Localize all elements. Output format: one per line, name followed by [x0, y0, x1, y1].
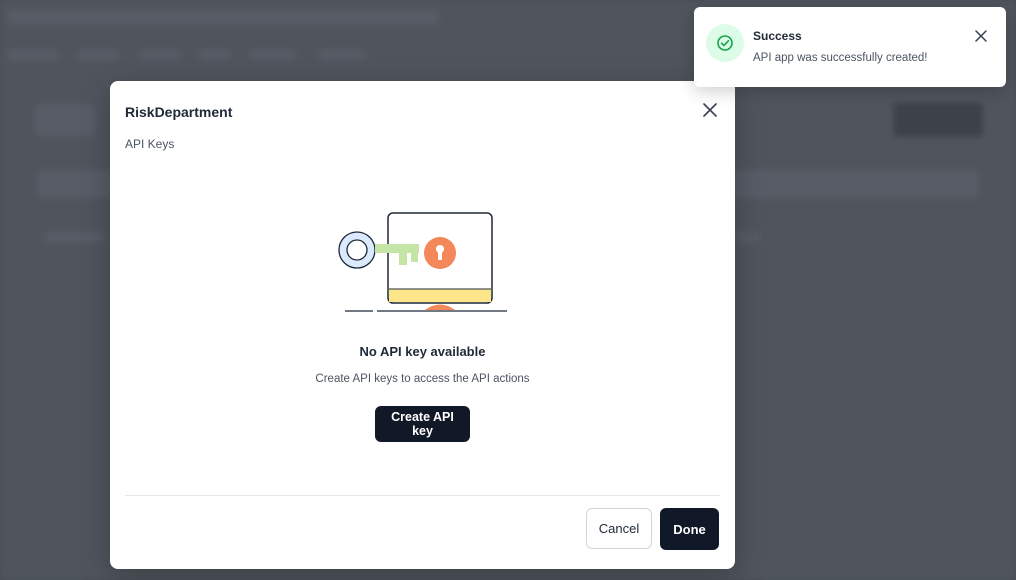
- toast-close-icon[interactable]: [972, 27, 990, 45]
- cancel-button[interactable]: Cancel: [586, 508, 652, 549]
- key-and-lock-illustration: [335, 207, 515, 317]
- modal-divider: [125, 495, 720, 496]
- create-api-key-button[interactable]: Create API key: [375, 406, 470, 442]
- modal-title: RiskDepartment: [125, 104, 233, 120]
- success-toast: Success API app was successfully created…: [694, 7, 1006, 87]
- empty-state-description: Create API keys to access the API action…: [315, 373, 530, 385]
- api-keys-modal: RiskDepartment API Keys No API key avail…: [110, 81, 735, 569]
- toast-title: Success: [753, 29, 802, 43]
- empty-state-title: No API key available: [359, 344, 486, 359]
- close-icon[interactable]: [699, 99, 721, 121]
- toast-message: API app was successfully created!: [753, 52, 928, 64]
- check-circle-icon: [706, 24, 744, 62]
- done-button[interactable]: Done: [660, 508, 719, 550]
- modal-subtitle: API Keys: [125, 137, 175, 151]
